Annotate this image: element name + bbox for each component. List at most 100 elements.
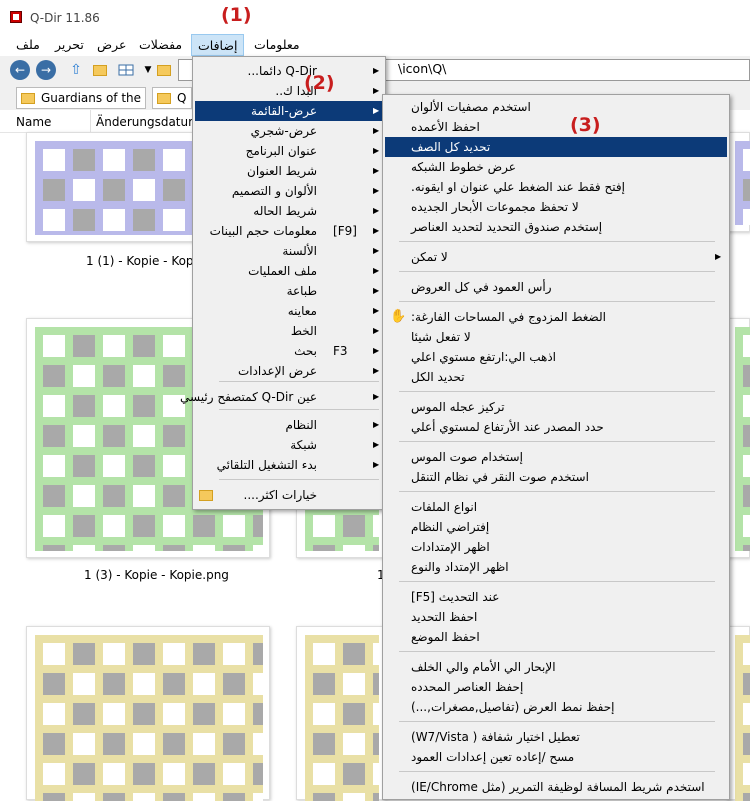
menu-item-label: الألوان و التصميم [231,184,317,198]
menu-item-label: تعطيل اختيار شفافة ( W7/Vista) [411,730,580,744]
submenu-selection-box[interactable]: إستخدم صندوق التحديد لتحديد العناصر [385,217,727,237]
file-thumbnail[interactable] [296,626,386,801]
back-button[interactable]: ← [10,60,30,80]
submenu-arrow-icon: ▶ [373,326,380,335]
menu1-start-as[interactable]: البدا ك.. ▶ [195,81,383,101]
submenu-no-save-nav-groups[interactable]: لا تحفظ مجموعات الأبحار الجديده [385,197,727,217]
menu1-font[interactable]: الخط ▶ [195,321,383,341]
submenu-column-header-all[interactable]: رأس العمود في كل العروض [385,277,727,297]
menu-favorites[interactable]: مفضلات [133,34,188,56]
menu1-address-bar[interactable]: شريط العنوان ▶ [195,161,383,181]
menu-item-label: بدء التشغيل التلقائي [216,458,317,472]
menu1-system[interactable]: النظام ▶ [195,415,383,435]
menu-item-label: إفتح فقط عند الضغط علي عنوان او ايقونه. [411,180,625,194]
forward-button[interactable]: → [36,60,56,80]
menu1-colors-design[interactable]: الألوان و التصميم ▶ [195,181,383,201]
submenu-go-up-level[interactable]: اذهب الي:ارتفع مستوي اعلي [385,347,727,367]
menu1-preview[interactable]: معاينه ▶ [195,301,383,321]
folder-options-button[interactable] [154,60,174,80]
submenu-mouse-sound[interactable]: إستخدام صوت الموس [385,447,727,467]
submenu-space-scroll[interactable]: استخدم شريط المسافة لوظيفة التمرير (مثل … [385,777,727,797]
submenu-select-all[interactable]: تحديد الكل [385,367,727,387]
menu-item-label: الخط [290,324,317,338]
menu-item-label: انواع الملفات [411,500,478,514]
menu1-file-operations[interactable]: ملف العمليات ▶ [195,261,383,281]
view-mode-button[interactable] [116,60,136,80]
submenu-system-default[interactable]: إفتراضي النظام [385,517,727,537]
menu1-default-browser[interactable]: عين Q-Dir كمتصفح رئيسي ▶ [180,387,383,407]
extras-menu: Q-Dir دائما... ▶ البدا ك.. ▶ عرض-القائمة ▶ عرض… [180,56,386,510]
menu-item-label: رأس العمود في كل العروض [411,280,552,294]
image-preview [735,635,750,801]
menu-item-label: حدد المصدر عند الأرتفاع لمستوي أعلي [411,420,604,434]
menu-item-label: الضغط المزدوج في المساحات الفارغة: [411,310,606,324]
submenu-show-ext-type[interactable]: اظهر الإمتداد والنوع [385,557,727,577]
menu-item-label: إستخدم صندوق التحديد لتحديد العناصر [411,220,603,234]
chevron-down-icon: ▼ [144,65,152,75]
menu-info[interactable]: معلومات [248,34,306,56]
menu1-search[interactable]: بحث F3 ▶ [195,341,383,361]
menu-bar: ملف تحرير عرض مفضلات إضافات معلومات [0,34,750,57]
submenu-save-columns[interactable]: احفظ الأعمده [385,117,727,137]
column-name[interactable]: Name [16,115,51,129]
menu1-more-options[interactable]: خيارات اكثر.... [195,485,383,505]
submenu-show-extensions[interactable]: اظهر الإمتدادات [385,537,727,557]
address-path: \icon\Q\ [398,61,447,76]
submenu-full-row-select[interactable]: تحديد كل الصف [385,137,727,157]
menu-item-label: عنوان البرنامج [245,144,317,158]
submenu-save-selection[interactable]: احفظ التحديد [385,607,727,627]
menu1-tabs[interactable]: الألسنة ▶ [195,241,383,261]
file-thumbnail[interactable] [26,626,270,801]
view-grid-icon [118,64,134,76]
menu1-network[interactable]: شبكة ▶ [195,435,383,455]
submenu-arrow-icon: ▶ [373,146,380,155]
submenu-disable-transparent[interactable]: تعطيل اختيار شفافة ( W7/Vista) [385,727,727,747]
submenu-grid-lines[interactable]: عرض خطوط الشبكه [385,157,727,177]
menu-view[interactable]: عرض [91,34,132,56]
menu1-autostart[interactable]: بدء التشغيل التلقائي ▶ [195,455,383,475]
menu1-status-bar[interactable]: شريط الحاله ▶ [195,201,383,221]
new-folder-icon [93,65,107,76]
menu1-program-title[interactable]: عنوان البرنامج ▶ [195,141,383,161]
menu-item-label: معلومات حجم البينات [209,224,317,238]
submenu-do-nothing[interactable]: لا تفعل شيئا [385,327,727,347]
menu1-data-size-info[interactable]: معلومات حجم البينات [F9] ▶ [195,221,383,241]
submenu-click-sound[interactable]: استخدم صوت النقر في نظام التنقل [385,467,727,487]
menu-item-label: الإبحار الي الأمام والي الخلف [411,660,556,674]
new-folder-button[interactable] [90,60,110,80]
submenu-mouse-wheel-focus[interactable]: تركيز عجله الموس [385,397,727,417]
menu1-print[interactable]: طباعة ▶ [195,281,383,301]
menu1-view-settings[interactable]: عرض الإعدادات ▶ [195,361,383,381]
menu1-qdir-always[interactable]: Q-Dir دائما... ▶ [195,61,383,81]
menu-extras[interactable]: إضافات [191,34,244,56]
menu1-tree-view[interactable]: عرض-شجري ▶ [195,121,383,141]
menu1-list-view[interactable]: عرض-القائمة ▶ [195,101,383,121]
menu-separator [219,409,379,410]
menu-separator [219,381,379,382]
submenu-double-click-empty: الضغط المزدوج في المساحات الفارغة: ✋ [385,307,727,327]
submenu-open-on-click[interactable]: إفتح فقط عند الضغط علي عنوان او ايقونه. [385,177,727,197]
tab-q[interactable]: Q [152,87,192,109]
menu-item-label: شبكة [290,438,317,452]
submenu-color-filters[interactable]: استخدم مصفيات الألوان [385,97,727,117]
menu-edit[interactable]: تحرير [49,34,90,56]
submenu-save-selected-items[interactable]: إحفظ العناصر المحدده [385,677,727,697]
submenu-file-types[interactable]: انواع الملفات [385,497,727,517]
up-button[interactable]: ⇧ [66,60,86,80]
menu-item-label: طباعة [286,284,317,298]
submenu-arrow-icon: ▶ [373,106,380,115]
menu-item-label: استخدم مصفيات الألوان [411,100,531,114]
annotation-badge-2: (2) [304,72,335,94]
menu-separator [399,491,715,492]
menu-file[interactable]: ملف [10,34,46,56]
submenu-save-view-mode[interactable]: إحفظ نمط العرض (تفاصيل,مصغرات,...) [385,697,727,717]
column-date[interactable]: Änderungsdatum [96,115,200,129]
submenu-arrow-icon: ▶ [373,420,380,429]
tab-guardians[interactable]: Guardians of the ... [16,87,146,119]
submenu-disable[interactable]: لا تمكن ▶ [385,247,727,267]
submenu-save-position[interactable]: احفظ الموضع [385,627,727,647]
submenu-arrow-icon: ▶ [373,246,380,255]
submenu-reset-columns[interactable]: مسح /إعاده تعين إعدادات العمود [385,747,727,767]
submenu-select-source-up: حدد المصدر عند الأرتفاع لمستوي أعلي [385,417,727,437]
annotation-badge-1: (1) [221,4,252,26]
